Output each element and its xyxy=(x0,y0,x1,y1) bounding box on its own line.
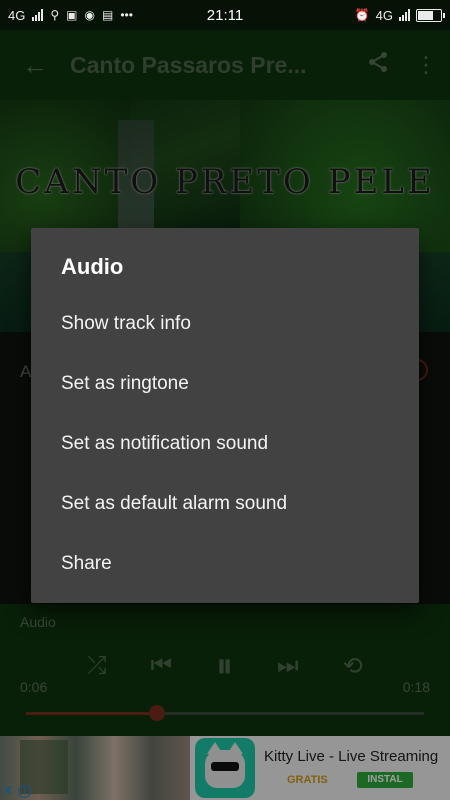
clock: 21:11 xyxy=(206,6,244,24)
battery-charging-icon xyxy=(416,8,445,22)
status-bar: 4G ⚲ ▣ ◉ ▤ ••• 21:11 ⏰ 4G xyxy=(0,0,450,30)
audio-options-dialog: Audio Show track info Set as ringtone Se… xyxy=(31,228,419,603)
dialog-title: Audio xyxy=(61,254,124,279)
menu-item-share[interactable]: Share xyxy=(31,534,419,594)
menu-item-set-alarm[interactable]: Set as default alarm sound xyxy=(31,474,419,534)
menu-item-set-ringtone[interactable]: Set as ringtone xyxy=(31,354,419,414)
menu-item-show-track-info[interactable]: Show track info xyxy=(31,294,419,354)
menu-item-set-notification[interactable]: Set as notification sound xyxy=(31,414,419,474)
